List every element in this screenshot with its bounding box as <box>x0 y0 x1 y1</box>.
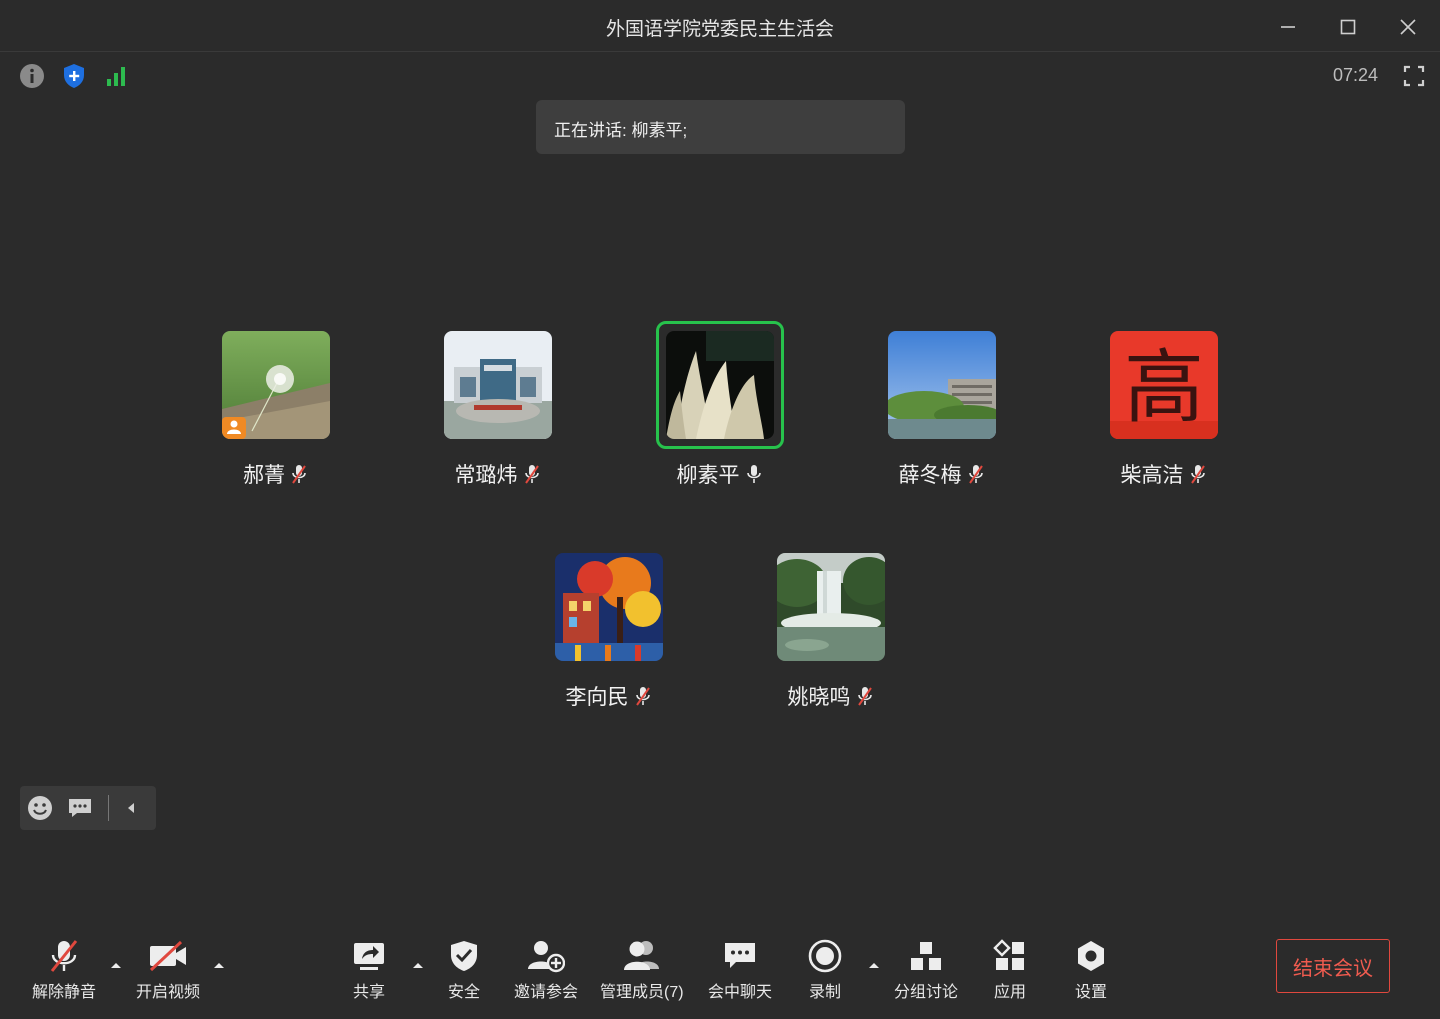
mic-muted-icon <box>635 687 650 706</box>
unmute-label: 解除静音 <box>32 984 97 1001</box>
meeting-timer: 07:24 <box>1332 65 1378 85</box>
share-button[interactable]: 共享 <box>352 936 386 1002</box>
minimize-icon[interactable] <box>1273 12 1303 42</box>
participant-tile[interactable]: 柳素平 <box>650 321 790 489</box>
shield-icon[interactable] <box>60 62 88 90</box>
avatar: 高 <box>1110 331 1218 439</box>
settings-label: 设置 <box>1074 984 1107 1001</box>
divider <box>108 795 109 821</box>
security-label: 安全 <box>448 984 481 1001</box>
signal-icon[interactable] <box>102 62 130 90</box>
start-video-label: 开启视频 <box>136 984 201 1001</box>
add-user-icon <box>527 936 565 976</box>
video-options-caret-icon[interactable] <box>213 960 225 970</box>
participant-tile[interactable]: 高 柴高洁 <box>1094 331 1234 489</box>
apps-button[interactable]: 应用 <box>993 936 1027 1002</box>
breakout-rooms-icon <box>909 936 943 976</box>
info-icon[interactable] <box>18 62 46 90</box>
record-options-caret-icon[interactable] <box>868 960 880 970</box>
record-label: 录制 <box>808 984 841 1001</box>
video-off-icon <box>148 936 188 976</box>
emoji-icon[interactable] <box>20 786 60 830</box>
invite-label: 邀请参会 <box>514 984 579 1001</box>
avatar <box>222 331 330 439</box>
participant-tile[interactable]: 常璐炜 <box>428 331 568 489</box>
participant-name: 柴高洁 <box>1120 464 1184 487</box>
record-icon <box>808 936 842 976</box>
fullscreen-icon[interactable] <box>1400 62 1428 90</box>
reactions-panel <box>20 786 156 830</box>
participant-name: 郝菁 <box>243 464 285 487</box>
members-icon <box>622 936 662 976</box>
mic-active-icon <box>746 465 761 483</box>
participant-name: 柳素平 <box>676 464 740 487</box>
avatar-character: 高 <box>1124 341 1204 434</box>
mic-muted-icon <box>47 936 81 976</box>
start-video-button[interactable]: 开启视频 <box>136 936 200 1002</box>
avatar <box>777 553 885 661</box>
breakout-label: 分组讨论 <box>894 984 959 1001</box>
participant-tile[interactable]: 郝菁 <box>206 331 346 489</box>
mic-muted-icon <box>524 465 539 484</box>
mic-muted-icon <box>1190 465 1205 484</box>
apps-label: 应用 <box>993 984 1026 1001</box>
participant-name: 姚晓鸣 <box>787 686 851 709</box>
mic-muted-icon <box>857 687 872 706</box>
avatar <box>666 331 774 439</box>
unmute-button[interactable]: 解除静音 <box>32 936 96 1002</box>
audio-options-caret-icon[interactable] <box>110 960 122 970</box>
mic-muted-icon <box>292 465 306 484</box>
participant-name: 薛冬梅 <box>898 464 962 487</box>
close-icon[interactable] <box>1393 12 1423 42</box>
record-button[interactable]: 录制 <box>808 936 842 1002</box>
participant-tile[interactable]: 姚晓鸣 <box>761 553 901 711</box>
chat-button[interactable]: 会中聊天 <box>708 936 772 1002</box>
chat-bubble-icon[interactable] <box>60 786 100 830</box>
participant-name: 常璐炜 <box>454 464 518 487</box>
window-title: 外国语学院党委民主生活会 <box>605 19 834 40</box>
invite-button[interactable]: 邀请参会 <box>514 936 578 1002</box>
end-meeting-button[interactable]: 结束会议 <box>1276 939 1390 993</box>
mic-muted-icon <box>968 465 983 484</box>
speaking-banner: 正在讲话: 柳素平; <box>536 100 905 154</box>
breakout-button[interactable]: 分组讨论 <box>894 936 958 1002</box>
share-screen-icon <box>352 936 386 976</box>
avatar <box>888 331 996 439</box>
manage-members-button[interactable]: 管理成员(7) <box>600 936 684 1002</box>
maximize-icon[interactable] <box>1333 12 1363 42</box>
participant-tile[interactable]: 李向民 <box>539 553 679 711</box>
participant-name: 李向民 <box>565 686 629 709</box>
manage-members-label: 管理成员(7) <box>600 984 684 1001</box>
settings-button[interactable]: 设置 <box>1074 936 1108 1002</box>
chat-icon <box>723 936 757 976</box>
avatar <box>555 553 663 661</box>
participant-tile[interactable]: 薛冬梅 <box>872 331 1012 489</box>
chat-label: 会中聊天 <box>708 984 773 1001</box>
share-label: 共享 <box>352 984 385 1001</box>
avatar <box>444 331 552 439</box>
security-button[interactable]: 安全 <box>448 936 480 1002</box>
title-bar: 外国语学院党委民主生活会 <box>0 0 1440 52</box>
collapse-left-icon[interactable] <box>117 786 145 830</box>
share-options-caret-icon[interactable] <box>412 960 424 970</box>
apps-icon <box>993 936 1027 976</box>
shield-check-icon <box>449 936 479 976</box>
gear-icon <box>1074 936 1108 976</box>
